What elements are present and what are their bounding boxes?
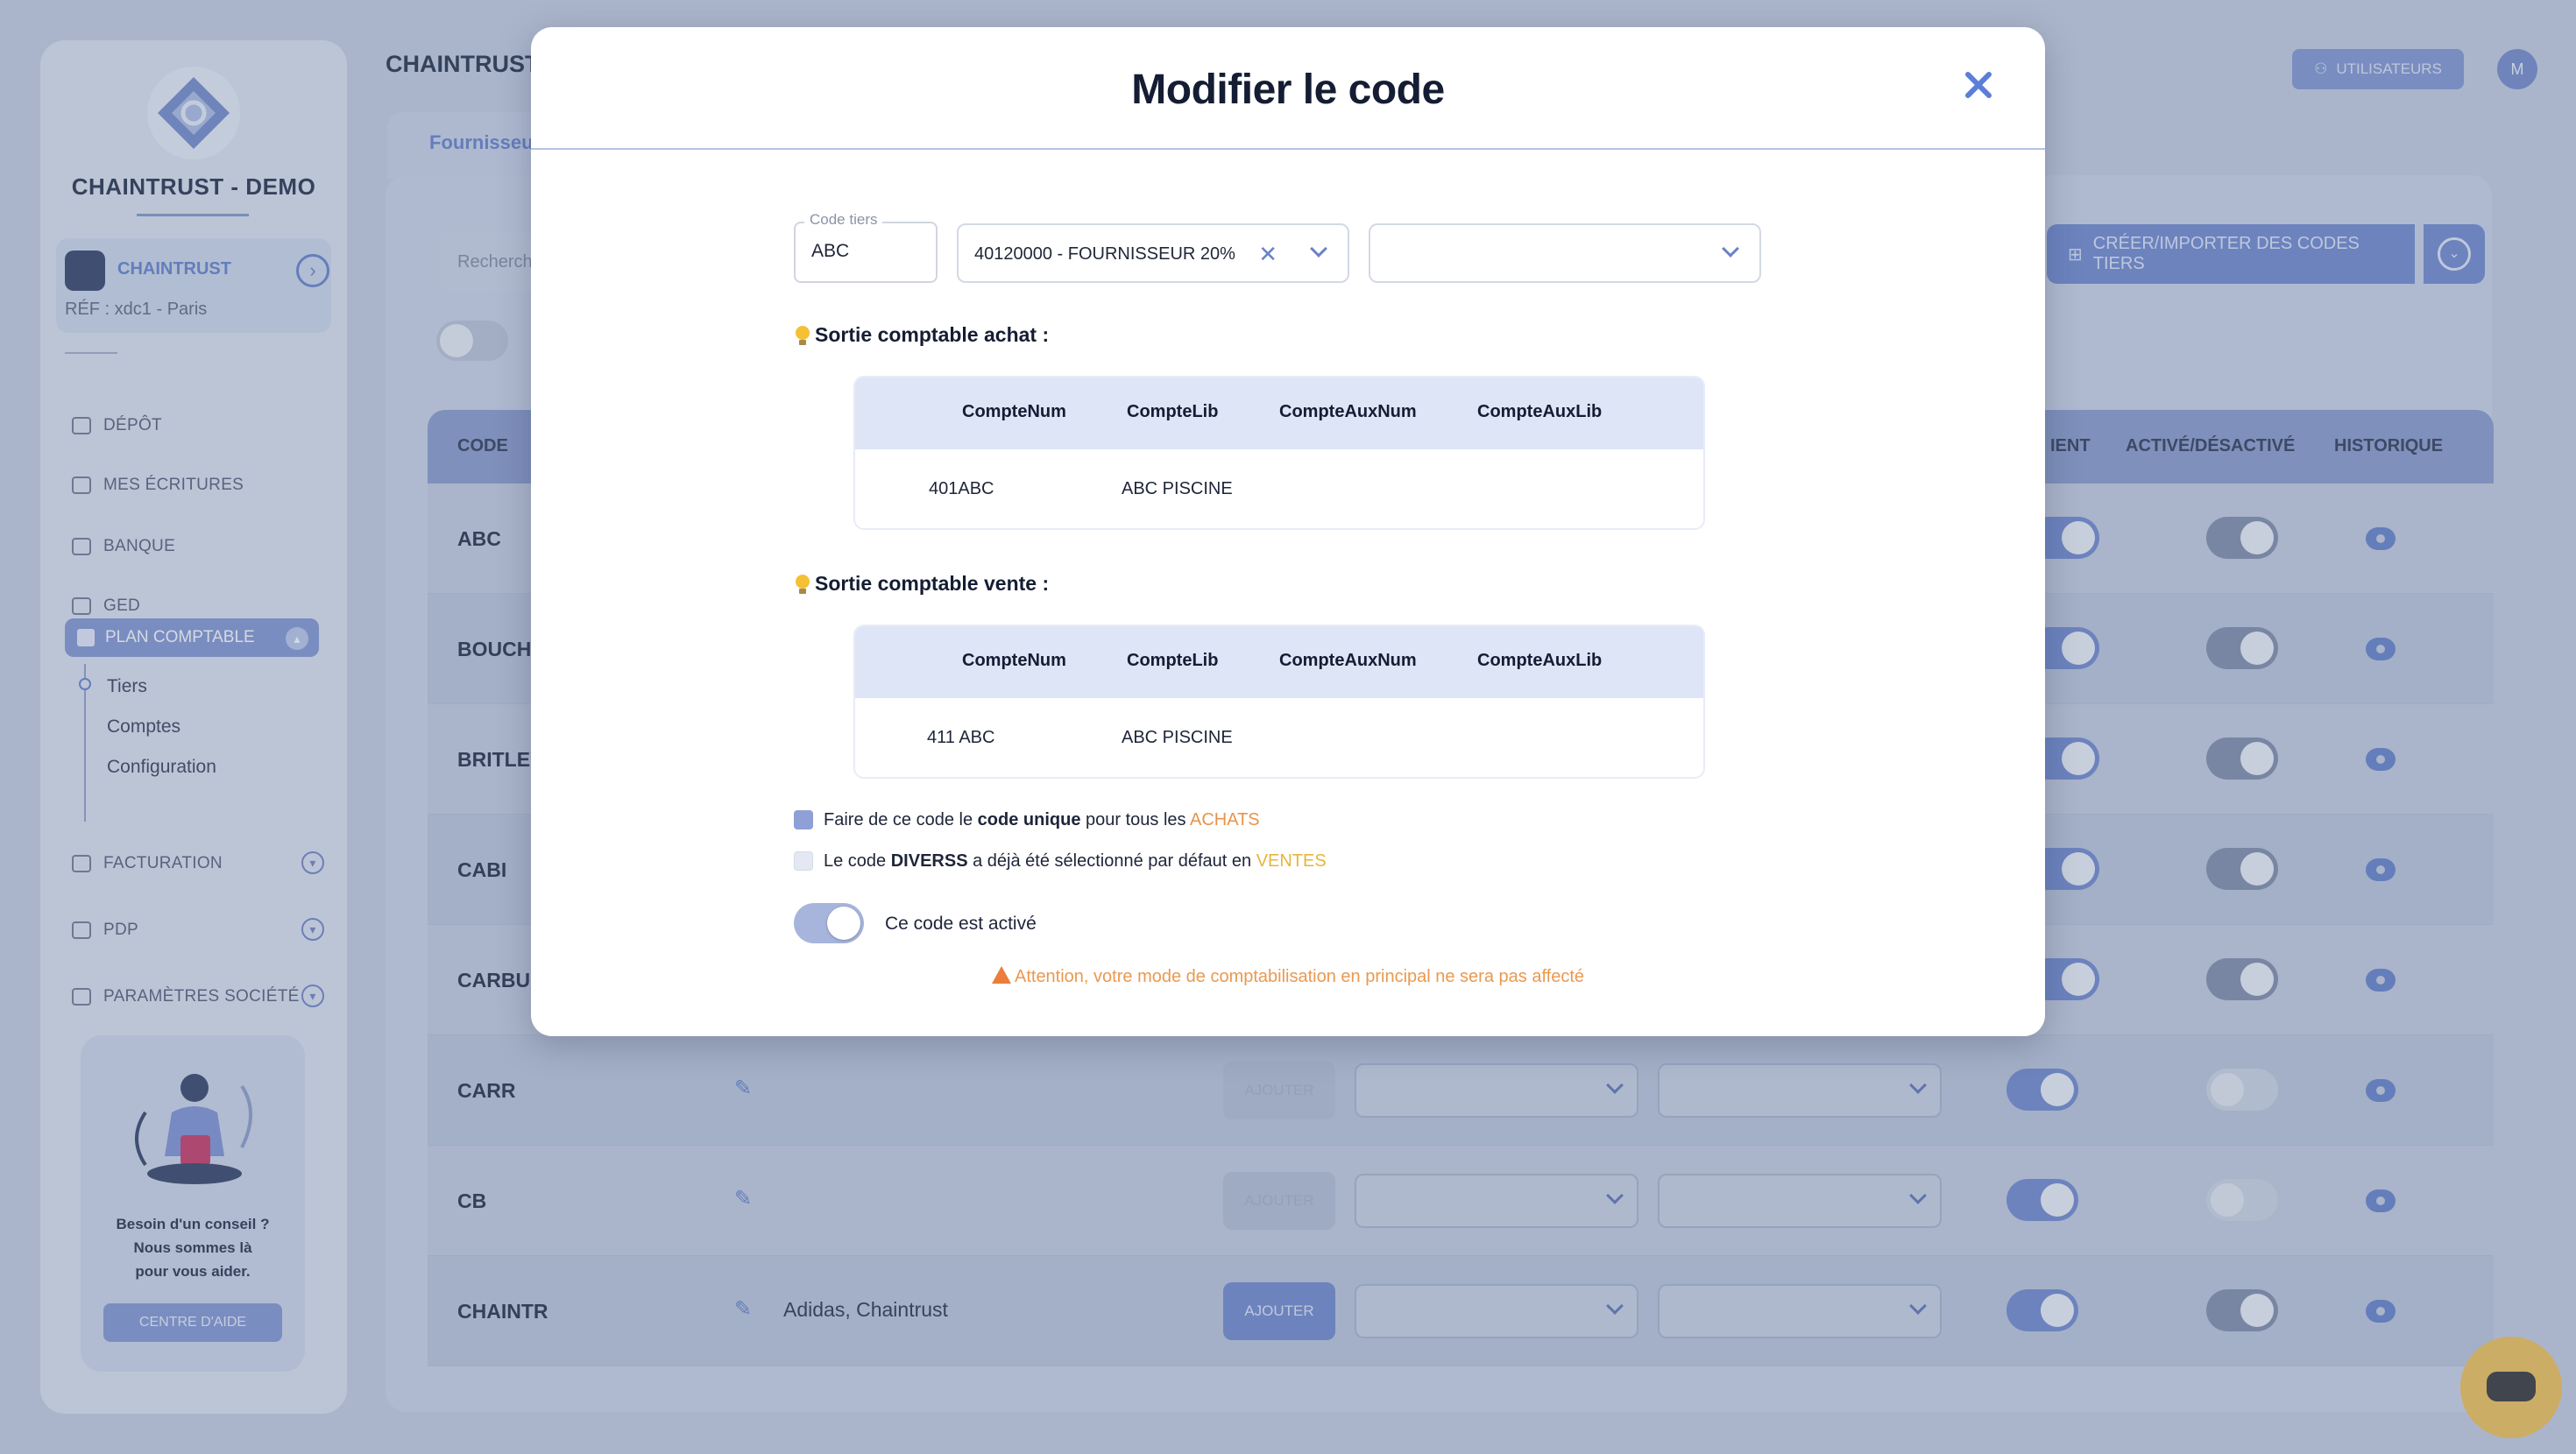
table-cell: ABC PISCINE [1122,728,1233,747]
vente-table: CompteNum CompteLib CompteAuxNum CompteA… [853,625,1705,779]
table-cell: ABC PISCINE [1122,479,1233,498]
column-header: CompteAuxNum [1279,651,1417,670]
clear-icon[interactable]: ✕ [1258,241,1277,268]
table-cell: 401ABC [929,479,994,498]
code-tiers-value[interactable]: ABC [811,241,849,262]
modal-title: Modifier le code [1131,67,1445,113]
column-header: CompteLib [1127,651,1219,670]
modal-divider [531,148,2045,150]
achat-table: CompteNum CompteLib CompteAuxNum CompteA… [853,376,1705,530]
column-header: CompteAuxNum [1279,402,1417,421]
account-select-value: 40120000 - FOURNISSEUR 20% [974,244,1235,264]
code-active-label: Ce code est activé [885,914,1037,934]
column-header: CompteNum [962,651,1066,670]
table-cell: 411 ABC [927,728,995,747]
unique-code-label: Faire de ce code le code unique pour tou… [824,810,1260,829]
lightbulb-icon [794,324,811,347]
section-vente: Sortie comptable vente : [794,572,1049,596]
default-code-checkbox[interactable] [794,851,813,871]
default-code-label: Le code DIVERSS a déjà été sélectionné p… [824,851,1327,871]
unique-code-checkbox[interactable] [794,810,813,829]
chevron-down-icon[interactable] [1722,240,1739,258]
account-select[interactable]: 40120000 - FOURNISSEUR 20% ✕ [957,223,1349,283]
close-icon[interactable] [1961,67,1996,102]
column-header: CompteNum [962,402,1066,421]
section-achat: Sortie comptable achat : [794,323,1049,347]
column-header: CompteLib [1127,402,1219,421]
chevron-down-icon[interactable] [1310,240,1327,258]
code-tiers-label: Code tiers [804,211,883,229]
column-header: CompteAuxLib [1477,651,1603,670]
lightbulb-icon [794,573,811,596]
code-active-toggle[interactable] [794,903,864,943]
edit-code-modal: Modifier le code Code tiers ABC 40120000… [531,27,2045,1036]
column-header: CompteAuxLib [1477,402,1603,421]
warning-icon [991,966,1011,984]
warning-message: Attention, votre mode de comptabilisatio… [531,964,2045,987]
secondary-select[interactable] [1369,223,1761,283]
